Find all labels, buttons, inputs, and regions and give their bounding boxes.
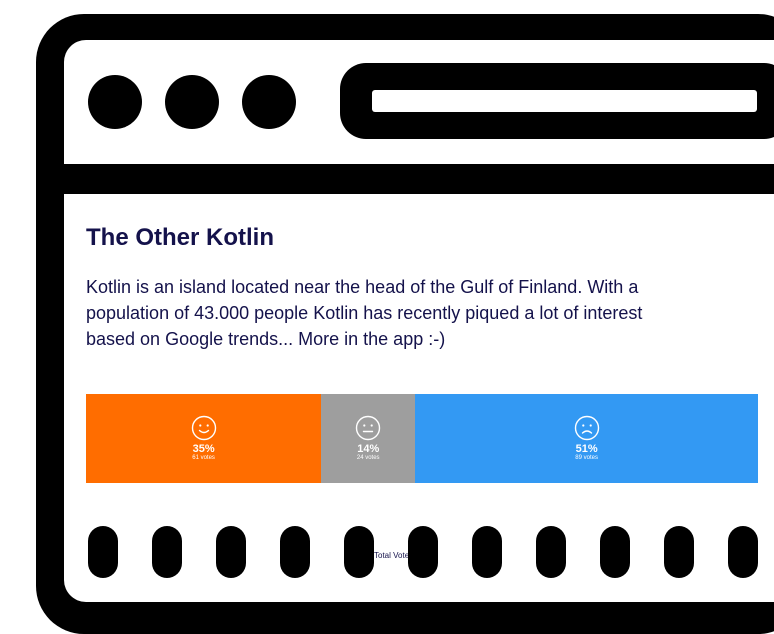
neutral-face-icon: [356, 415, 381, 441]
window-control-dot-icon[interactable]: [88, 75, 142, 129]
footer-pill-icon: [472, 526, 502, 578]
footer-pill-icon: [728, 526, 758, 578]
footer-pill-icon: [600, 526, 630, 578]
article-title: The Other Kotlin: [86, 224, 274, 251]
poll-option-happy[interactable]: 35% 61 votes: [86, 394, 322, 483]
poll-option-votes: 89 votes: [575, 455, 598, 461]
window-control-dot-icon[interactable]: [165, 75, 219, 129]
poll-option-neutral[interactable]: 14% 24 votes: [321, 394, 416, 483]
window-control-dot-icon[interactable]: [242, 75, 296, 129]
footer-pill-icon: [536, 526, 566, 578]
poll-option-votes: 24 votes: [356, 455, 380, 461]
footer-pill-icon: [152, 526, 182, 578]
frown-icon: [574, 415, 599, 441]
article-description: Kotlin is an island located near the hea…: [86, 277, 643, 349]
poll-option-votes: 61 votes: [192, 455, 215, 461]
poll-option-percent: 35%: [192, 443, 215, 455]
poll-option-sad[interactable]: 51% 89 votes: [415, 394, 758, 483]
footer-pill-icon: [664, 526, 694, 578]
poll-results-bar: 35% 61 votes 14% 24 votes 51% 89 votes: [86, 394, 758, 483]
address-bar-field[interactable]: [372, 90, 757, 112]
poll-option-percent: 51%: [575, 443, 598, 455]
footer-pill-icon: [408, 526, 438, 578]
footer-pill-icon: [344, 526, 374, 578]
footer-pill-icon: [280, 526, 310, 578]
footer-pill-icon: [88, 526, 118, 578]
poll-option-percent: 14%: [357, 443, 380, 455]
smile-icon: [191, 415, 216, 441]
footer-pill-icon: [216, 526, 246, 578]
